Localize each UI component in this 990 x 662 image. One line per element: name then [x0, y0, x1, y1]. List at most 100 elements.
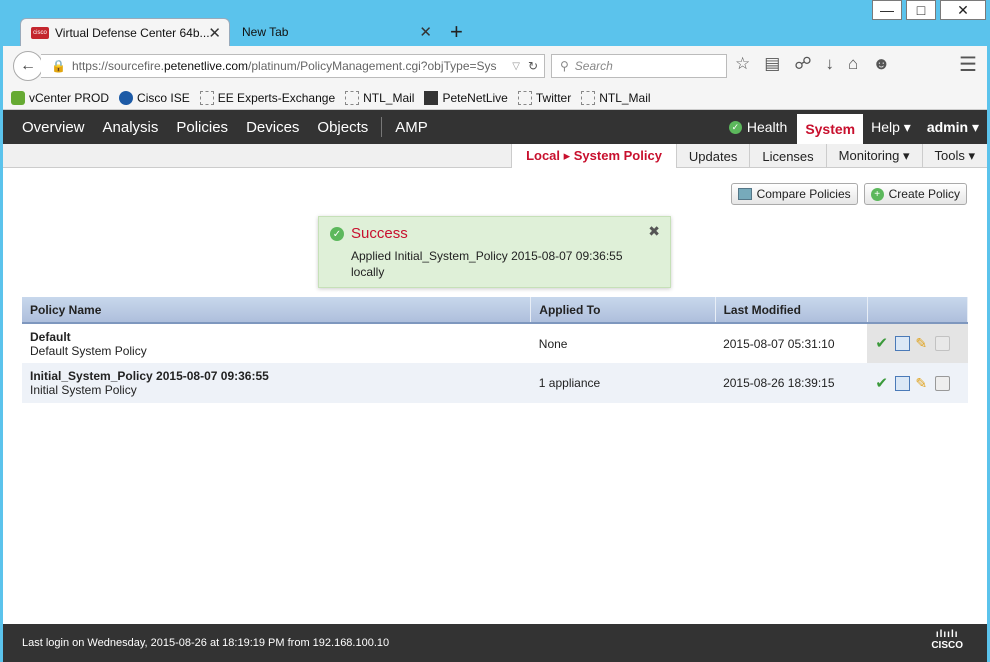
emoji-icon[interactable]: ☻ — [872, 54, 890, 74]
bookmark-item[interactable]: NTL_Mail — [345, 90, 414, 105]
report-icon[interactable] — [895, 375, 911, 391]
tab-vdc[interactable]: cisco Virtual Defense Center 64b... ✕ — [20, 18, 230, 46]
last-login-text: Last login on Wednesday, 2015-08-26 at 1… — [22, 637, 390, 649]
dropdown-arrow-icon[interactable]: ▽ — [512, 61, 520, 72]
nav-help[interactable]: Help ▾ — [863, 119, 919, 136]
nav-analysis[interactable]: Analysis — [94, 119, 168, 136]
reading-list-icon[interactable]: ▤ — [764, 54, 780, 74]
page-icon — [517, 90, 532, 105]
report-icon[interactable] — [895, 336, 911, 352]
vcenter-icon — [11, 90, 25, 105]
close-window-button[interactable]: ✕ — [940, 0, 986, 20]
bookmark-item[interactable]: EE Experts-Exchange — [199, 90, 335, 105]
bookmark-item[interactable]: Cisco ISE — [119, 90, 190, 105]
close-tab-icon[interactable]: ✕ — [208, 24, 221, 42]
search-icon: ⚲ — [560, 59, 569, 73]
bookmark-label: vCenter PROD — [29, 90, 110, 105]
search-placeholder: Search — [574, 59, 613, 73]
page-icon — [581, 90, 596, 105]
nav-devices[interactable]: Devices — [237, 119, 308, 136]
page-icon — [199, 90, 214, 105]
edit-pencil-icon[interactable]: ✎ — [915, 336, 930, 351]
success-check-icon: ✓ — [330, 227, 344, 241]
create-label: Create Policy — [888, 187, 960, 201]
policy-description: Initial System Policy — [30, 383, 137, 397]
nav-system[interactable]: System — [797, 114, 864, 144]
col-policy-name[interactable]: Policy Name — [22, 297, 532, 324]
col-last-modified[interactable]: Last Modified — [715, 297, 868, 324]
nav-admin[interactable]: admin ▾ — [919, 119, 987, 136]
col-actions — [867, 297, 969, 324]
bookmark-label: PeteNetLive — [442, 90, 508, 105]
subnav-monitoring[interactable]: Monitoring ▾ — [825, 144, 922, 168]
maximize-button[interactable]: □ — [906, 0, 936, 20]
close-tab-icon[interactable]: ✕ — [419, 23, 432, 41]
nav-overview[interactable]: Overview — [3, 119, 94, 136]
subnav-local-system-policy[interactable]: Local ▸ System Policy — [511, 144, 676, 168]
url-prefix: https://sourcefire. — [71, 59, 164, 73]
delete-icon — [935, 336, 951, 352]
footer: Last login on Wednesday, 2015-08-26 at 1… — [3, 624, 987, 662]
policy-actions: Compare Policies + Create Policy — [730, 183, 967, 205]
search-input[interactable]: ⚲ Search — [551, 54, 727, 78]
bookmark-item[interactable]: NTL_Mail — [581, 90, 651, 105]
hamburger-menu-icon[interactable]: ☰ — [959, 52, 977, 77]
reload-icon[interactable]: ↻ — [528, 59, 538, 73]
plus-icon: + — [870, 187, 884, 201]
compare-policies-button[interactable]: Compare Policies — [730, 183, 858, 205]
subnav-licenses[interactable]: Licenses — [749, 144, 825, 168]
nav-objects[interactable]: Objects — [308, 119, 377, 136]
nav-right: ✓ Health System Help ▾ admin ▾ — [719, 110, 987, 144]
cisco-logo-text: CISCO — [931, 640, 963, 651]
main-nav: Overview Analysis Policies Devices Objec… — [3, 110, 987, 144]
policy-name: Initial_System_Policy 2015-08-07 09:36:5… — [30, 369, 269, 383]
table-row: Initial_System_Policy 2015-08-07 09:36:5… — [22, 363, 968, 403]
col-applied-to[interactable]: Applied To — [530, 297, 716, 324]
policy-name: Default — [30, 329, 71, 344]
create-policy-button[interactable]: + Create Policy — [863, 183, 967, 205]
ise-icon — [119, 90, 134, 105]
alert-title: Success — [351, 225, 408, 242]
alert-message-line1: Applied Initial_System_Policy 2015-08-07… — [351, 249, 623, 263]
subnav-updates[interactable]: Updates — [675, 144, 749, 168]
delete-icon[interactable] — [935, 375, 951, 391]
edit-pencil-icon[interactable]: ✎ — [915, 375, 930, 391]
modified-cell: 2015-08-07 05:31:10 — [723, 336, 835, 351]
tab-new[interactable]: New Tab ✕ — [232, 18, 440, 46]
sub-nav: Local ▸ System Policy Updates Licenses M… — [3, 144, 987, 168]
nav-policies[interactable]: Policies — [167, 119, 237, 136]
applied-to-cell: 1 appliance — [530, 363, 716, 403]
alert-message-line2: locally — [351, 265, 385, 279]
pocket-icon[interactable]: ☍ — [794, 54, 811, 74]
bookmark-item[interactable]: vCenter PROD — [11, 90, 110, 105]
tab-label: Virtual Defense Center 64b... — [55, 25, 210, 40]
policy-name-cell: Default Default System Policy — [22, 323, 531, 363]
minimize-button[interactable]: — — [872, 0, 902, 20]
actions-cell: ✔ ✎ — [867, 363, 968, 403]
nav-health[interactable]: ✓ Health — [719, 119, 797, 135]
bookmark-star-icon[interactable]: ☆ — [735, 54, 750, 74]
health-check-icon: ✓ — [728, 120, 742, 134]
home-icon[interactable]: ⌂ — [848, 54, 858, 74]
subnav-tools[interactable]: Tools ▾ — [921, 144, 988, 168]
new-tab-icon[interactable]: + — [450, 18, 463, 46]
apply-icon[interactable]: ✔ — [875, 336, 890, 351]
bookmark-item[interactable]: PeteNetLive — [424, 90, 508, 105]
cisco-bars-icon: ılıılı — [935, 629, 959, 640]
dismiss-alert-icon[interactable]: ✖ — [648, 223, 660, 240]
url-bar[interactable]: 🔒 https://sourcefire. petenetlive.com/pla… — [41, 54, 545, 78]
compare-label: Compare Policies — [756, 187, 851, 201]
applied-to-cell: None — [538, 336, 568, 351]
cisco-favicon-icon: cisco — [31, 26, 49, 39]
policy-description: Default System Policy — [30, 343, 147, 358]
bookmark-item[interactable]: Twitter — [517, 90, 572, 105]
bookmark-label: Cisco ISE — [137, 90, 190, 105]
nav-amp[interactable]: AMP — [386, 119, 437, 136]
download-icon[interactable]: ↓ — [826, 54, 835, 74]
modified-cell: 2015-08-26 18:39:15 — [715, 363, 868, 403]
apply-icon[interactable]: ✔ — [875, 376, 890, 391]
back-arrow-icon[interactable]: ← — [13, 51, 43, 81]
bookmark-label: Twitter — [535, 90, 572, 105]
page-content: Overview Analysis Policies Devices Objec… — [3, 110, 987, 662]
tab-label: New Tab — [242, 25, 289, 39]
